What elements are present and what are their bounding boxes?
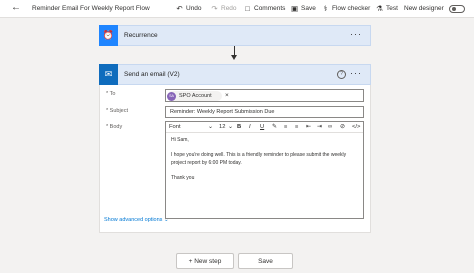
decrease-indent-icon[interactable]: ⇤: [306, 124, 311, 131]
connector-arrow-icon: [231, 55, 237, 60]
highlight-icon[interactable]: ✎: [272, 124, 277, 131]
top-bar: ← Reminder Email For Weekly Report Flow …: [0, 0, 474, 18]
editor-toolbar: Font ⌄ 12 ⌄ B I U ✎ ≡ ≡ ⇤ ⇥ ∞ ⊘ </>: [166, 122, 363, 133]
test-button[interactable]: ⚗ Test: [375, 4, 398, 13]
save-button[interactable]: ▣ Save: [290, 4, 316, 13]
bulleted-list-icon[interactable]: ≡: [284, 124, 287, 131]
link-icon[interactable]: ∞: [328, 124, 332, 131]
to-field[interactable]: SA SPO Account ×: [165, 89, 364, 102]
comment-icon: □: [245, 4, 250, 13]
remove-recipient-icon[interactable]: ×: [225, 92, 229, 100]
bold-button[interactable]: B: [237, 124, 241, 131]
save-flow-button[interactable]: Save: [238, 253, 293, 269]
to-label: * To: [106, 91, 116, 97]
numbered-list-icon[interactable]: ≡: [295, 124, 298, 131]
italic-button[interactable]: I: [249, 124, 251, 131]
avatar: SA: [167, 91, 176, 101]
recurrence-title: Recurrence: [124, 32, 158, 39]
save-label: Save: [301, 5, 316, 12]
body-line: Thank you: [171, 174, 195, 181]
font-dropdown-icon[interactable]: ⌄: [208, 124, 213, 131]
unlink-icon[interactable]: ⊘: [340, 124, 345, 131]
body-line: Hi Sam,: [171, 137, 189, 143]
undo-icon: ↶: [176, 4, 183, 13]
redo-label: Redo: [221, 5, 237, 12]
recipient-name: SPO Account: [179, 93, 212, 99]
more-options-icon[interactable]: ···: [350, 69, 362, 78]
alarm-clock-icon: ⏰: [99, 25, 118, 46]
font-select[interactable]: Font: [169, 124, 181, 131]
undo-button[interactable]: ↶ Undo: [175, 4, 202, 13]
chevron-down-icon: ⌄: [163, 217, 169, 223]
body-line: I hope you're doing well. This is a frie…: [171, 152, 347, 166]
new-designer-toggle[interactable]: [449, 5, 465, 13]
back-arrow-icon[interactable]: ←: [11, 2, 21, 14]
body-label: * Body: [106, 124, 123, 130]
recurrence-card[interactable]: ⏰ Recurrence ···: [99, 25, 371, 46]
subject-input[interactable]: Reminder: Weekly Report Submission Due: [165, 106, 364, 118]
send-email-card-body: * To SA SPO Account × * Subject Reminder…: [99, 85, 371, 233]
stethoscope-icon: ⚕: [323, 4, 328, 13]
flow-checker-label: Flow checker: [332, 5, 371, 12]
redo-icon: ↷: [211, 4, 218, 13]
send-email-title: Send an email (V2): [124, 71, 180, 78]
code-view-icon[interactable]: </>: [352, 124, 360, 131]
new-step-button[interactable]: + New step: [176, 253, 234, 269]
flow-checker-button[interactable]: ⚕ Flow checker: [321, 4, 370, 13]
underline-button[interactable]: U: [260, 124, 264, 131]
test-label: Test: [386, 5, 398, 12]
flask-icon: ⚗: [376, 4, 383, 13]
comments-label: Comments: [254, 5, 286, 12]
redo-button[interactable]: ↷ Redo: [210, 4, 237, 13]
flow-title: Reminder Email For Weekly Report Flow: [32, 5, 150, 12]
send-email-card-header[interactable]: ✉ Send an email (V2) ? ···: [99, 64, 371, 85]
email-body-content[interactable]: Hi Sam, I hope you're doing well. This i…: [166, 133, 363, 194]
body-editor[interactable]: Font ⌄ 12 ⌄ B I U ✎ ≡ ≡ ⇤ ⇥ ∞ ⊘ </> Hi S…: [165, 121, 364, 219]
more-options-icon[interactable]: ···: [350, 30, 362, 39]
undo-label: Undo: [186, 5, 202, 12]
subject-label: * Subject: [106, 108, 129, 114]
recipient-chip[interactable]: SA SPO Account: [167, 91, 222, 101]
save-icon: ▣: [290, 4, 299, 13]
toggle-knob: [452, 7, 456, 11]
show-advanced-options-link[interactable]: Show advanced options ⌄: [104, 217, 169, 223]
outlook-icon: ✉: [99, 64, 118, 85]
size-dropdown-icon[interactable]: ⌄: [228, 124, 233, 131]
new-designer-label: New designer: [404, 5, 444, 12]
help-icon[interactable]: ?: [337, 70, 346, 79]
comments-button[interactable]: □ Comments: [243, 4, 285, 13]
increase-indent-icon[interactable]: ⇥: [317, 124, 322, 131]
font-size-select[interactable]: 12: [219, 124, 225, 131]
advanced-label: Show advanced options: [104, 217, 163, 223]
